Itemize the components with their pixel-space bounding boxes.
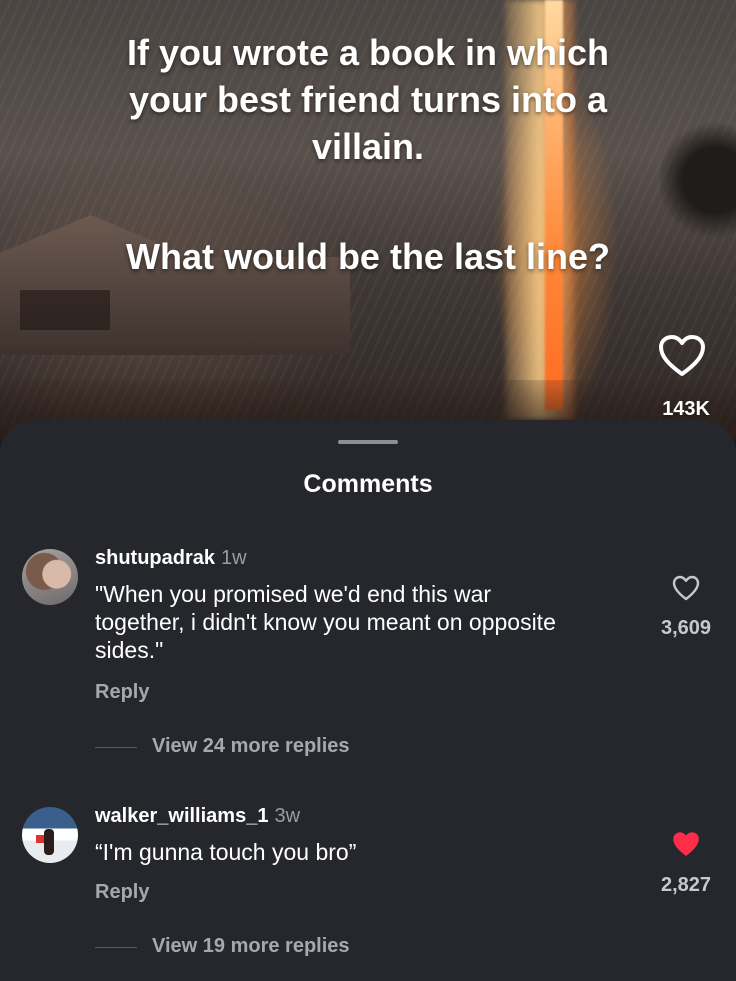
avatar-flag	[36, 835, 44, 843]
divider	[95, 747, 137, 748]
comment-username[interactable]: walker_williams_1	[95, 805, 268, 827]
comment-timestamp: 3w	[274, 805, 301, 827]
divider	[95, 947, 137, 948]
comment-like-count: 3,609	[660, 617, 712, 639]
heart-outline-icon[interactable]	[671, 574, 701, 602]
comment-text: “I'm gunna touch you bro”	[95, 838, 635, 866]
comments-sheet: Comments shutupadrak 1w "When you promise…	[0, 420, 736, 981]
house-window	[20, 290, 110, 330]
comment-text: "When you promised we'd end this war tog…	[95, 580, 635, 664]
video-player[interactable]: If you wrote a book in which your best f…	[0, 0, 736, 440]
reply-button[interactable]: Reply	[95, 881, 149, 904]
comment-text-line: sides."	[95, 637, 164, 663]
caption-line: your best friend turns into a	[128, 79, 608, 120]
post-caption-prompt: What would be the last line?	[125, 236, 610, 277]
heart-filled-icon[interactable]	[671, 830, 701, 858]
comment-username[interactable]: shutupadrak	[95, 547, 215, 569]
post-like-count: 143K	[662, 398, 710, 420]
comment-text-line: “I'm gunna touch you bro”	[95, 839, 357, 865]
avatar[interactable]	[22, 807, 78, 863]
view-replies-label: View 24 more replies	[152, 735, 350, 757]
comment-text-line: "When you promised we'd end this war	[95, 581, 492, 607]
sheet-drag-handle[interactable]	[338, 440, 398, 444]
comment-like-count: 2,827	[660, 874, 712, 896]
avatar[interactable]	[22, 549, 78, 605]
sheet-title: Comments	[303, 470, 433, 498]
caption-line: villain.	[311, 126, 425, 167]
heart-outline-icon[interactable]	[658, 334, 706, 378]
reply-button[interactable]: Reply	[95, 681, 149, 704]
comment-header: walker_williams_1 3w	[95, 805, 300, 828]
comment-text-line: together, i didn't know you meant on opp…	[95, 609, 556, 635]
comment-header: shutupadrak 1w	[95, 547, 247, 570]
caption-line: If you wrote a book in which	[126, 32, 610, 73]
avatar-figure	[44, 829, 54, 855]
post-caption-question: If you wrote a book in which your best f…	[0, 29, 736, 170]
comment-timestamp: 1w	[221, 547, 247, 569]
view-replies-label: View 19 more replies	[152, 935, 350, 957]
